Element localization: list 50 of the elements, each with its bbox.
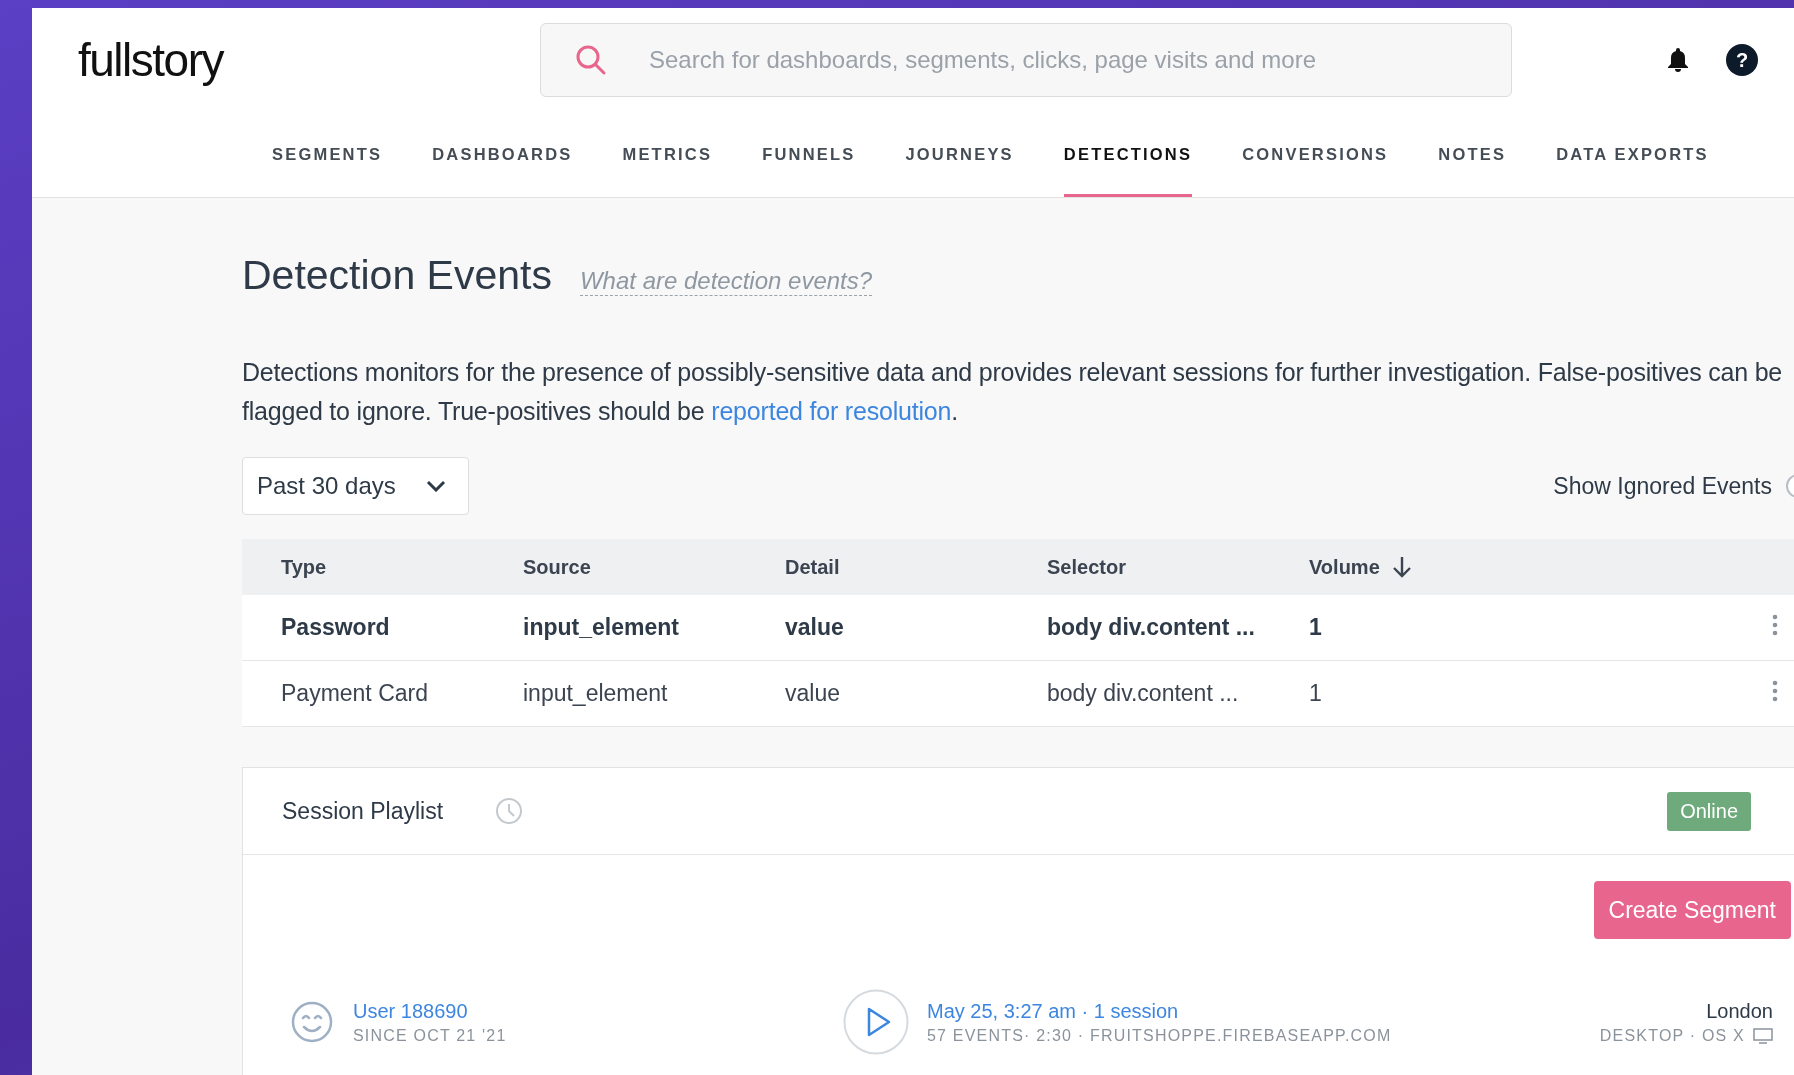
play-button[interactable] (843, 989, 909, 1055)
monitor-icon (1753, 1027, 1773, 1044)
table-cell: input_element (523, 614, 679, 640)
table-cell: value (785, 614, 844, 640)
column-header: Detail (785, 555, 840, 578)
table-cell: 1 (1309, 614, 1322, 640)
search-field[interactable]: Search for dashboards, segments, clicks, page visits and more (540, 23, 1512, 97)
column-header: Source (523, 555, 591, 578)
session-link[interactable]: May 25, 3:27 am · 1 session (927, 999, 1392, 1023)
toggle-label: Show Ignored Events (1553, 472, 1772, 500)
device-info: DESKTOP · OS X (1599, 1026, 1745, 1045)
help-button[interactable]: ? (1726, 44, 1758, 76)
nav-tab[interactable]: DATA EXPORTS (1556, 112, 1709, 197)
column-header: Selector (1047, 555, 1126, 578)
chevron-down-icon (425, 480, 446, 492)
column-header: Type (281, 555, 327, 578)
date-range-dropdown[interactable]: Past 30 days (242, 457, 469, 515)
more-options-icon[interactable] (1772, 679, 1778, 702)
table-cell: 1 (1309, 680, 1322, 706)
table-cell: input_element (523, 680, 668, 706)
table-cell: Password (281, 614, 390, 640)
table-cell: body div.content ... (1047, 680, 1239, 706)
more-options-icon[interactable] (1772, 613, 1778, 636)
nav-tab[interactable]: DASHBOARDS (432, 112, 573, 197)
smiley-icon (291, 1001, 333, 1043)
description: Detections monitors for the presence of possibly-sensitive data and provides relevant sessions for further investigation. False-positives can be flagged to ignore. True-positives should be reported for resolution. (242, 357, 1784, 427)
user-link[interactable]: User 188690 (353, 999, 507, 1023)
table-cell: Payment Card (281, 680, 428, 706)
nav-tab[interactable]: CONVERSIONS (1242, 112, 1389, 197)
logo: fullstory (78, 33, 225, 87)
session-details: 57 EVENTS· 2:30 · FRUITSHOPPE.FIREBASEAPP.COM (927, 1026, 1392, 1045)
location: London (1705, 999, 1773, 1023)
search-input[interactable]: Search for dashboards, segments, clicks, page visits and more (647, 45, 1511, 75)
table-cell: body div.content ... (1047, 614, 1255, 640)
user-since: SINCE OCT 21 '21 (353, 1026, 507, 1045)
column-header[interactable]: Volume (1309, 555, 1412, 579)
bell-icon[interactable] (1666, 47, 1690, 73)
nav-tab[interactable]: METRICS (622, 112, 713, 197)
nav-tab[interactable]: JOURNEYS (905, 112, 1014, 197)
status-badge: Online (1667, 791, 1751, 831)
panel-title: Session Playlist (282, 797, 444, 825)
nav-tab[interactable]: FUNNELS (762, 112, 856, 197)
clock-icon[interactable] (495, 797, 524, 825)
nav-tab[interactable]: DETECTIONS (1063, 112, 1193, 197)
table-cell: value (785, 680, 840, 706)
page-title: Detection Events (242, 252, 552, 299)
sort-down-icon (1391, 556, 1412, 578)
nav-tab[interactable]: SEGMENTS (272, 112, 383, 197)
search-icon (575, 44, 607, 76)
nav-tab[interactable]: NOTES (1438, 112, 1507, 197)
